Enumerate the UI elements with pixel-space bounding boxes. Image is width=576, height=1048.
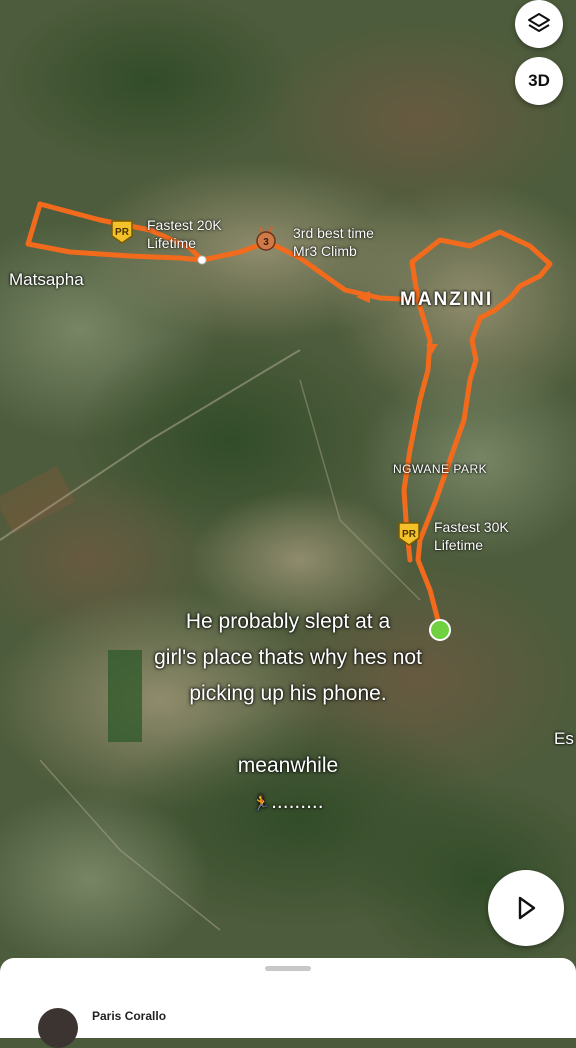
place-label-ngwane-park: NGWANE PARK	[393, 462, 488, 476]
route-waypoint	[197, 255, 207, 265]
achievement-title: 3rd best time	[293, 225, 374, 241]
caption-line: picking up his phone.	[189, 682, 387, 705]
layers-icon	[528, 13, 550, 32]
place-label-manzini: MANZINI	[400, 289, 494, 310]
caption-line: meanwhile	[237, 754, 339, 777]
running-emoji: 🏃	[252, 795, 272, 812]
avatar[interactable]	[38, 1008, 78, 1048]
athlete-name[interactable]: Paris Corallo	[92, 1009, 166, 1023]
play-icon	[518, 896, 536, 920]
achievement-label: 3rd best time Mr3 Climb	[293, 224, 374, 260]
activity-bottom-sheet[interactable]: Paris Corallo	[0, 958, 576, 1048]
achievement-title: Fastest 20K	[147, 217, 222, 233]
svg-text:PR: PR	[402, 529, 417, 540]
map-view[interactable]	[0, 0, 576, 1024]
map-layers-button[interactable]	[515, 0, 563, 48]
medal-icon[interactable]: 3	[253, 226, 279, 252]
caption-line: girl's place thats why hes not	[154, 646, 422, 669]
caption-line: He probably slept at a	[185, 610, 391, 633]
achievement-subtitle: Lifetime	[434, 537, 484, 553]
place-label-edge: Es	[554, 729, 574, 748]
play-flyover-button[interactable]	[488, 870, 564, 946]
sheet-drag-handle[interactable]	[265, 966, 311, 971]
place-label-matsapha: Matsapha	[9, 270, 84, 289]
caption-dots: .........	[271, 790, 324, 813]
pr-badge-icon[interactable]: PR	[109, 218, 135, 244]
pr-badge-icon[interactable]: PR	[396, 520, 422, 546]
3d-toggle-button[interactable]: 3D	[515, 57, 563, 105]
achievement-label: Fastest 30K Lifetime	[434, 518, 509, 554]
achievement-label: Fastest 20K Lifetime	[147, 216, 222, 252]
achievement-title: Fastest 30K	[434, 519, 509, 535]
caption-line: 🏃.........	[0, 790, 576, 814]
achievement-subtitle: Lifetime	[147, 235, 197, 251]
svg-text:3: 3	[263, 237, 269, 248]
3d-label: 3D	[528, 71, 550, 90]
achievement-subtitle: Mr3 Climb	[293, 243, 357, 259]
svg-text:PR: PR	[115, 227, 130, 238]
